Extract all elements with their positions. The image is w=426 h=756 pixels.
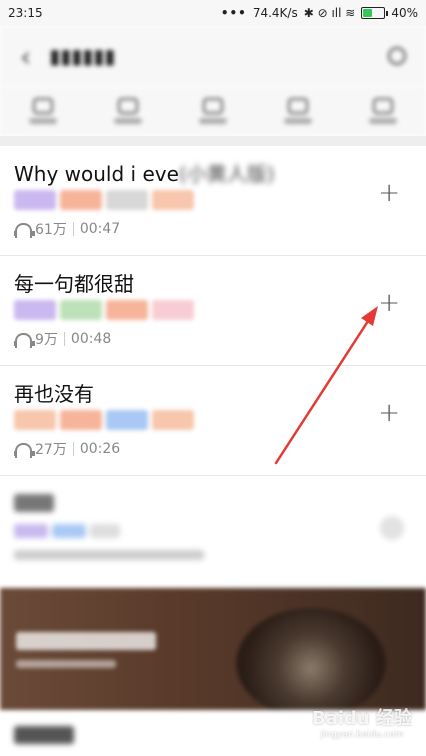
meta-separator — [72, 442, 74, 456]
status-icons: ••• 74.4K/s ✱ ⊘ ıll ≋ 40% — [221, 6, 418, 20]
tag — [14, 300, 56, 320]
banner-title-blurred — [16, 632, 156, 650]
duration: 00:47 — [79, 221, 121, 237]
song-tags — [14, 300, 194, 320]
meta-separator — [72, 222, 74, 236]
tag — [14, 524, 48, 538]
headphone-icon — [14, 442, 35, 458]
battery-fill — [363, 9, 373, 17]
watermark-url: jingyan.baidu.com — [320, 730, 404, 740]
tag — [106, 190, 148, 210]
rotary-phone-image — [236, 608, 386, 710]
tag — [14, 410, 56, 430]
category-label-blurred — [113, 118, 142, 124]
duration: 00:26 — [79, 441, 121, 457]
song-meta: 61万 00:47 — [14, 219, 120, 239]
banner-subtitle-blurred — [16, 660, 116, 668]
category-item[interactable] — [284, 98, 313, 124]
section-title-blurred — [14, 726, 74, 744]
song-item[interactable]: 再也没有 27万 00:26 + — [0, 366, 426, 476]
section-divider — [0, 136, 426, 146]
song-tags — [14, 190, 194, 210]
category-label-blurred — [198, 118, 227, 124]
promo-banner[interactable] — [0, 588, 426, 710]
category-label-blurred — [369, 118, 398, 124]
page-title-blurred: ▮▮▮▮▮▮ — [49, 44, 116, 68]
meta-separator — [63, 332, 65, 346]
song-title: 每一句都很甜 — [14, 268, 134, 297]
battery-percent: 40% — [391, 6, 418, 20]
tag — [152, 410, 194, 430]
song-meta: 27万 00:26 — [14, 439, 120, 459]
tag — [106, 300, 148, 320]
tag — [90, 524, 120, 538]
category-item[interactable] — [28, 98, 57, 124]
page-header: ‹ ▮▮▮▮▮▮ — [0, 26, 426, 86]
category-label-blurred — [28, 118, 57, 124]
tag — [152, 190, 194, 210]
category-icon — [117, 98, 138, 114]
blurred-action-icon[interactable] — [380, 516, 404, 540]
song-title: Why would i eve(小黄人版) — [14, 158, 275, 187]
watermark-brand: Baidu 经验 — [311, 708, 412, 729]
headphone-icon — [14, 332, 35, 348]
blurred-description — [14, 550, 204, 560]
play-count: 27万 — [35, 442, 67, 458]
song-item-blurred[interactable] — [0, 476, 426, 586]
category-label-blurred — [284, 118, 313, 124]
status-bar: 23:15 ••• 74.4K/s ✱ ⊘ ıll ≋ 40% — [0, 0, 426, 26]
song-title-text: 每一句都很甜 — [14, 272, 134, 296]
back-arrow-icon[interactable]: ‹ — [20, 40, 31, 73]
headphone-icon — [14, 222, 35, 238]
tag — [152, 300, 194, 320]
category-icon — [288, 98, 309, 114]
blurred-title — [14, 494, 54, 512]
song-title: 再也没有 — [14, 378, 94, 407]
clock: 23:15 — [8, 6, 43, 20]
tag — [60, 190, 102, 210]
tag — [52, 524, 86, 538]
battery-icon — [361, 7, 389, 19]
tag — [14, 190, 56, 210]
duration: 00:48 — [70, 331, 112, 347]
tag — [60, 410, 102, 430]
more-dots-icon: ••• — [220, 6, 247, 20]
tag — [106, 410, 148, 430]
add-icon[interactable]: + — [378, 178, 400, 208]
category-icon-row — [0, 86, 426, 136]
category-icon — [202, 98, 223, 114]
category-item[interactable] — [198, 98, 227, 124]
category-icon — [32, 98, 53, 114]
song-meta: 9万 00:48 — [14, 329, 111, 349]
add-icon[interactable]: + — [378, 398, 400, 428]
song-item[interactable]: 每一句都很甜 9万 00:48 + — [0, 256, 426, 366]
category-item[interactable] — [369, 98, 398, 124]
song-tags — [14, 410, 194, 430]
play-count: 61万 — [35, 222, 67, 238]
watermark: Baidu 经验 jingyan.baidu.com — [312, 704, 412, 740]
tag — [60, 300, 102, 320]
network-speed: 74.4K/s — [252, 6, 298, 20]
song-title-text: Why would i eve — [14, 162, 179, 186]
signal-icons: ✱ ⊘ ıll ≋ — [303, 6, 356, 20]
add-icon[interactable]: + — [378, 288, 400, 318]
category-item[interactable] — [113, 98, 142, 124]
search-icon[interactable] — [388, 47, 406, 65]
play-count: 9万 — [35, 332, 58, 348]
song-title-text: 再也没有 — [14, 382, 94, 406]
category-icon — [373, 98, 394, 114]
song-title-blurred: (小黄人版) — [178, 162, 275, 186]
song-item[interactable]: Why would i eve(小黄人版) 61万 00:47 + — [0, 146, 426, 256]
